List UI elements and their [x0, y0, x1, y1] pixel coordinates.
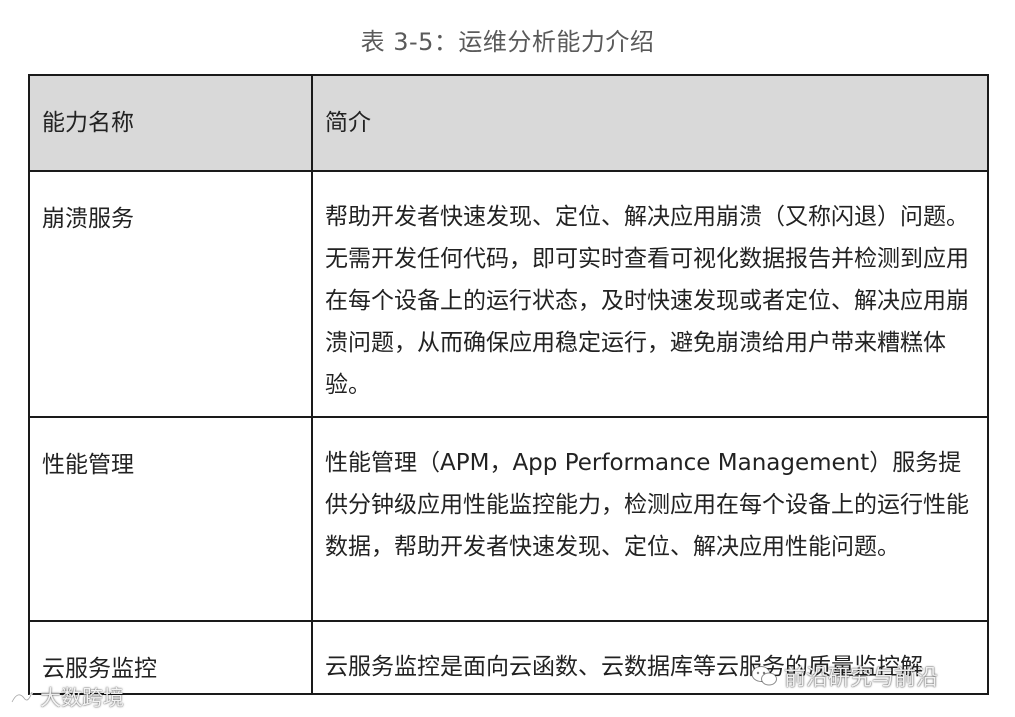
ability-description-cell: 帮助开发者快速发现、定位、解决应用崩溃（又称闪退）问题。无需开发任何代码，即可实… — [311, 170, 987, 418]
ability-name-cell: 性能管理 — [30, 416, 313, 622]
table-caption: 表 3-5：运维分析能力介绍 — [360, 28, 655, 56]
ability-name-cell: 崩溃服务 — [30, 170, 313, 418]
header-description: 简介 — [311, 76, 987, 172]
watermark-left-text: 大数跨境 — [40, 686, 124, 710]
watermark-left: 大数跨境 — [8, 682, 124, 712]
table-frame: 能力名称 简介 崩溃服务 帮助开发者快速发现、定位、解决应用崩溃（又称闪退）问题… — [28, 74, 989, 695]
table-row: 崩溃服务 帮助开发者快速发现、定位、解决应用崩溃（又称闪退）问题。无需开发任何代… — [30, 170, 987, 418]
logo-icon — [8, 686, 36, 708]
watermark-right-text: 前沿研究与前沿 — [784, 666, 939, 691]
table-header-row: 能力名称 简介 — [30, 76, 987, 172]
ability-description-cell: 性能管理（APM，App Performance Management）服务提供… — [311, 416, 987, 622]
wechat-icon — [750, 664, 778, 688]
ability-table: 能力名称 简介 崩溃服务 帮助开发者快速发现、定位、解决应用崩溃（又称闪退）问题… — [30, 76, 987, 693]
watermark-right: 前沿研究与前沿 — [750, 660, 938, 692]
header-ability-name: 能力名称 — [30, 76, 313, 172]
table-row: 性能管理 性能管理（APM，App Performance Management… — [30, 416, 987, 622]
